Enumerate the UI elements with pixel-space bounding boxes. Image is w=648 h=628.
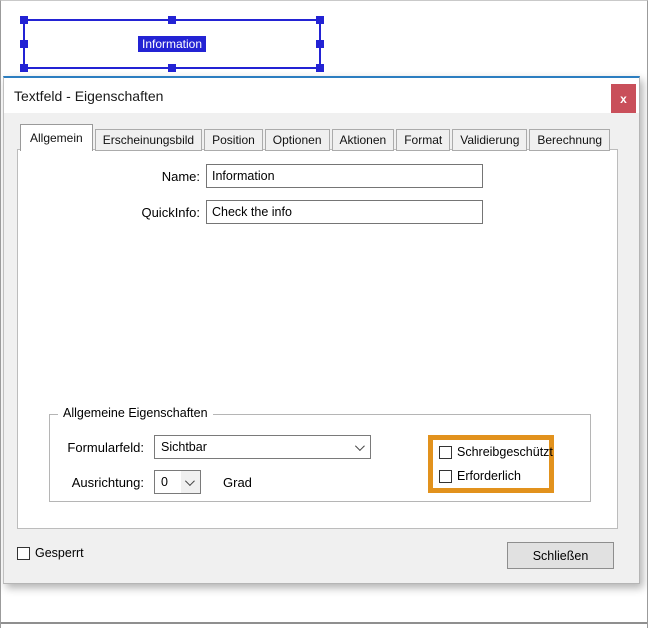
name-label: Name: <box>18 169 200 184</box>
dialog-title: Textfeld - Eigenschaften <box>14 78 163 113</box>
tab-allgemein[interactable]: Allgemein <box>20 124 93 151</box>
name-input[interactable] <box>206 164 483 188</box>
selection-handle[interactable] <box>20 16 28 24</box>
tab-aktionen[interactable]: Aktionen <box>332 129 395 151</box>
selected-form-field[interactable]: Information <box>23 19 321 69</box>
schliessen-button[interactable]: Schließen <box>507 542 614 569</box>
selection-handle[interactable] <box>20 64 28 72</box>
general-tab-panel: Name: QuickInfo: Allgemeine Eigenschafte… <box>17 149 618 529</box>
tab-berechnung[interactable]: Berechnung <box>529 129 610 151</box>
textfield-properties-dialog: Textfeld - Eigenschaften x Allgemein Ers… <box>3 76 640 584</box>
selection-handle[interactable] <box>20 40 28 48</box>
locked-checkbox-row: Gesperrt <box>17 546 84 560</box>
selection-handle[interactable] <box>316 40 324 48</box>
selection-handle[interactable] <box>168 16 176 24</box>
tab-erscheinungsbild[interactable]: Erscheinungsbild <box>95 129 202 151</box>
quickinfo-input[interactable] <box>206 200 483 224</box>
formfield-label: Formularfeld: <box>56 440 144 455</box>
readonly-checkbox-row: Schreibgeschützt <box>439 445 549 459</box>
formfield-visibility-value: Sichtbar <box>161 440 207 454</box>
orientation-label: Ausrichtung: <box>56 475 144 490</box>
window-bottom-edge <box>1 622 647 624</box>
tab-position[interactable]: Position <box>204 129 263 151</box>
locked-checkbox[interactable] <box>17 547 30 560</box>
required-checkbox[interactable] <box>439 470 452 483</box>
quickinfo-label: QuickInfo: <box>18 205 200 220</box>
formfield-visibility-dropdown[interactable]: Sichtbar <box>154 435 371 459</box>
tab-optionen[interactable]: Optionen <box>265 129 330 151</box>
chevron-down-icon <box>185 476 195 486</box>
tab-strip: Allgemein Erscheinungsbild Position Opti… <box>20 124 610 151</box>
selection-handle[interactable] <box>168 64 176 72</box>
orientation-unit-label: Grad <box>223 475 252 490</box>
selection-handle[interactable] <box>316 64 324 72</box>
app-window: Information Textfeld - Eigenschaften x A… <box>0 0 648 628</box>
form-field-name-label: Information <box>138 36 206 52</box>
close-icon[interactable]: x <box>611 84 636 113</box>
orientation-value: 0 <box>161 475 168 489</box>
dialog-titlebar: Textfeld - Eigenschaften x <box>4 78 639 113</box>
locked-checkbox-label: Gesperrt <box>35 546 84 560</box>
readonly-checkbox-label: Schreibgeschützt <box>457 445 553 459</box>
required-checkbox-row: Erforderlich <box>439 469 549 483</box>
group-legend: Allgemeine Eigenschaften <box>58 406 213 420</box>
readonly-checkbox[interactable] <box>439 446 452 459</box>
highlight-rectangle: Schreibgeschützt Erforderlich <box>428 435 554 493</box>
tab-validierung[interactable]: Validierung <box>452 129 527 151</box>
selection-handle[interactable] <box>316 16 324 24</box>
tab-format[interactable]: Format <box>396 129 450 151</box>
required-checkbox-label: Erforderlich <box>457 469 521 483</box>
chevron-down-icon <box>355 441 365 451</box>
orientation-dropdown[interactable]: 0 <box>154 470 201 494</box>
